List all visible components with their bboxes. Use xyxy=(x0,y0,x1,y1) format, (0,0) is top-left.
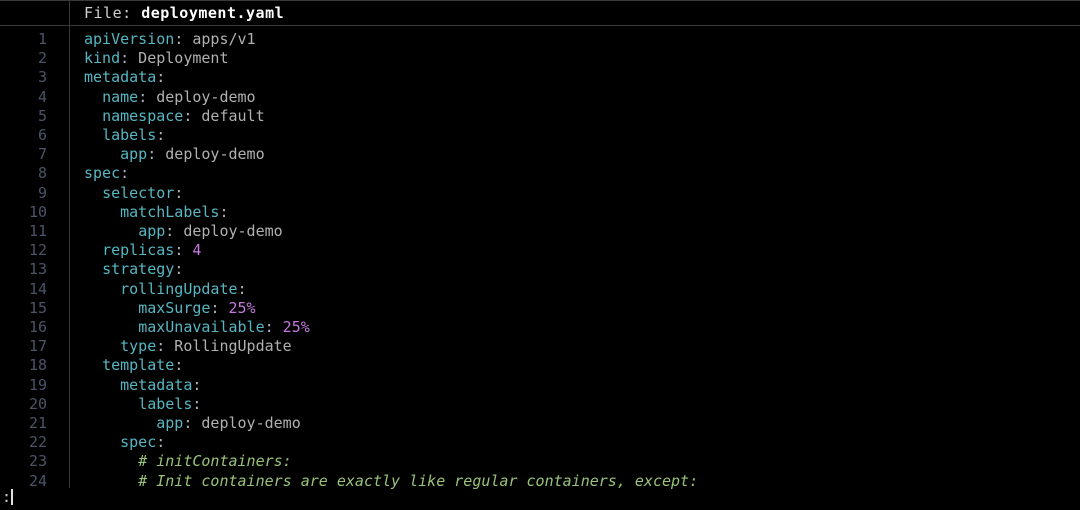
line-number: 20 xyxy=(0,395,69,414)
code-line[interactable]: replicas: 4 xyxy=(84,241,1080,260)
line-number: 11 xyxy=(0,222,69,241)
line-number: 21 xyxy=(0,414,69,433)
line-number: 5 xyxy=(0,107,69,126)
file-label: File: deployment.yaml xyxy=(70,4,284,22)
code-line[interactable]: apiVersion: apps/v1 xyxy=(84,30,1080,49)
code-area[interactable]: apiVersion: apps/v1kind: Deploymentmetad… xyxy=(70,26,1080,488)
line-number: 8 xyxy=(0,164,69,183)
line-number: 19 xyxy=(0,376,69,395)
command-prompt: : xyxy=(2,488,11,506)
code-line[interactable]: template: xyxy=(84,356,1080,375)
file-prefix: File: xyxy=(84,4,141,22)
line-number: 9 xyxy=(0,184,69,203)
line-number: 2 xyxy=(0,49,69,68)
status-bar[interactable]: : xyxy=(0,488,1080,510)
line-number: 18 xyxy=(0,356,69,375)
code-line[interactable]: kind: Deployment xyxy=(84,49,1080,68)
code-line[interactable]: selector: xyxy=(84,184,1080,203)
line-number: 22 xyxy=(0,433,69,452)
header-gutter xyxy=(0,1,70,25)
cursor-icon xyxy=(11,489,13,505)
line-number: 7 xyxy=(0,145,69,164)
code-line[interactable]: name: deploy-demo xyxy=(84,88,1080,107)
line-number: 1 xyxy=(0,30,69,49)
editor-area[interactable]: 123456789101112131415161718192021222324 … xyxy=(0,26,1080,488)
file-name: deployment.yaml xyxy=(141,4,284,22)
line-number: 6 xyxy=(0,126,69,145)
code-line[interactable]: maxSurge: 25% xyxy=(84,299,1080,318)
line-number: 12 xyxy=(0,241,69,260)
line-number: 10 xyxy=(0,203,69,222)
code-line[interactable]: labels: xyxy=(84,126,1080,145)
code-line[interactable]: app: deploy-demo xyxy=(84,222,1080,241)
code-line[interactable]: metadata: xyxy=(84,68,1080,87)
code-line[interactable]: strategy: xyxy=(84,260,1080,279)
code-line[interactable]: maxUnavailable: 25% xyxy=(84,318,1080,337)
code-line[interactable]: app: deploy-demo xyxy=(84,414,1080,433)
line-number: 4 xyxy=(0,88,69,107)
file-header: File: deployment.yaml xyxy=(0,0,1080,26)
code-line[interactable]: spec: xyxy=(84,164,1080,183)
code-line[interactable]: namespace: default xyxy=(84,107,1080,126)
code-line[interactable]: matchLabels: xyxy=(84,203,1080,222)
code-line[interactable]: # initContainers: xyxy=(84,452,1080,471)
code-line[interactable]: spec: xyxy=(84,433,1080,452)
code-line[interactable]: metadata: xyxy=(84,376,1080,395)
line-number: 3 xyxy=(0,68,69,87)
line-number: 23 xyxy=(0,452,69,471)
line-number: 17 xyxy=(0,337,69,356)
code-line[interactable]: rollingUpdate: xyxy=(84,280,1080,299)
code-line[interactable]: labels: xyxy=(84,395,1080,414)
code-line[interactable]: type: RollingUpdate xyxy=(84,337,1080,356)
code-line[interactable]: app: deploy-demo xyxy=(84,145,1080,164)
line-number: 16 xyxy=(0,318,69,337)
line-number: 14 xyxy=(0,280,69,299)
line-number: 13 xyxy=(0,260,69,279)
line-number-gutter: 123456789101112131415161718192021222324 xyxy=(0,26,70,488)
line-number: 15 xyxy=(0,299,69,318)
